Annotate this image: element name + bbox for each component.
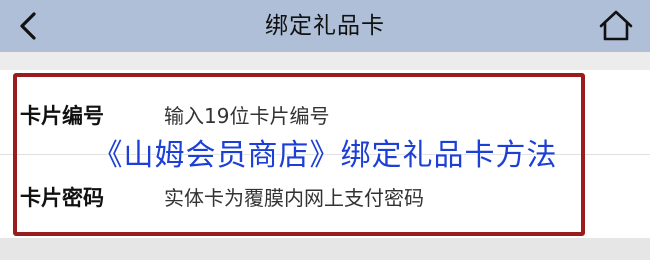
bottom-area <box>0 238 650 260</box>
home-icon <box>599 10 633 41</box>
home-button[interactable] <box>596 6 636 46</box>
page-title: 绑定礼品卡 <box>265 13 385 39</box>
overlay-caption: 《山姆会员商店》绑定礼品卡方法 <box>92 138 558 173</box>
section-gap <box>0 52 650 70</box>
top-nav-bar: 绑定礼品卡 <box>0 0 650 52</box>
